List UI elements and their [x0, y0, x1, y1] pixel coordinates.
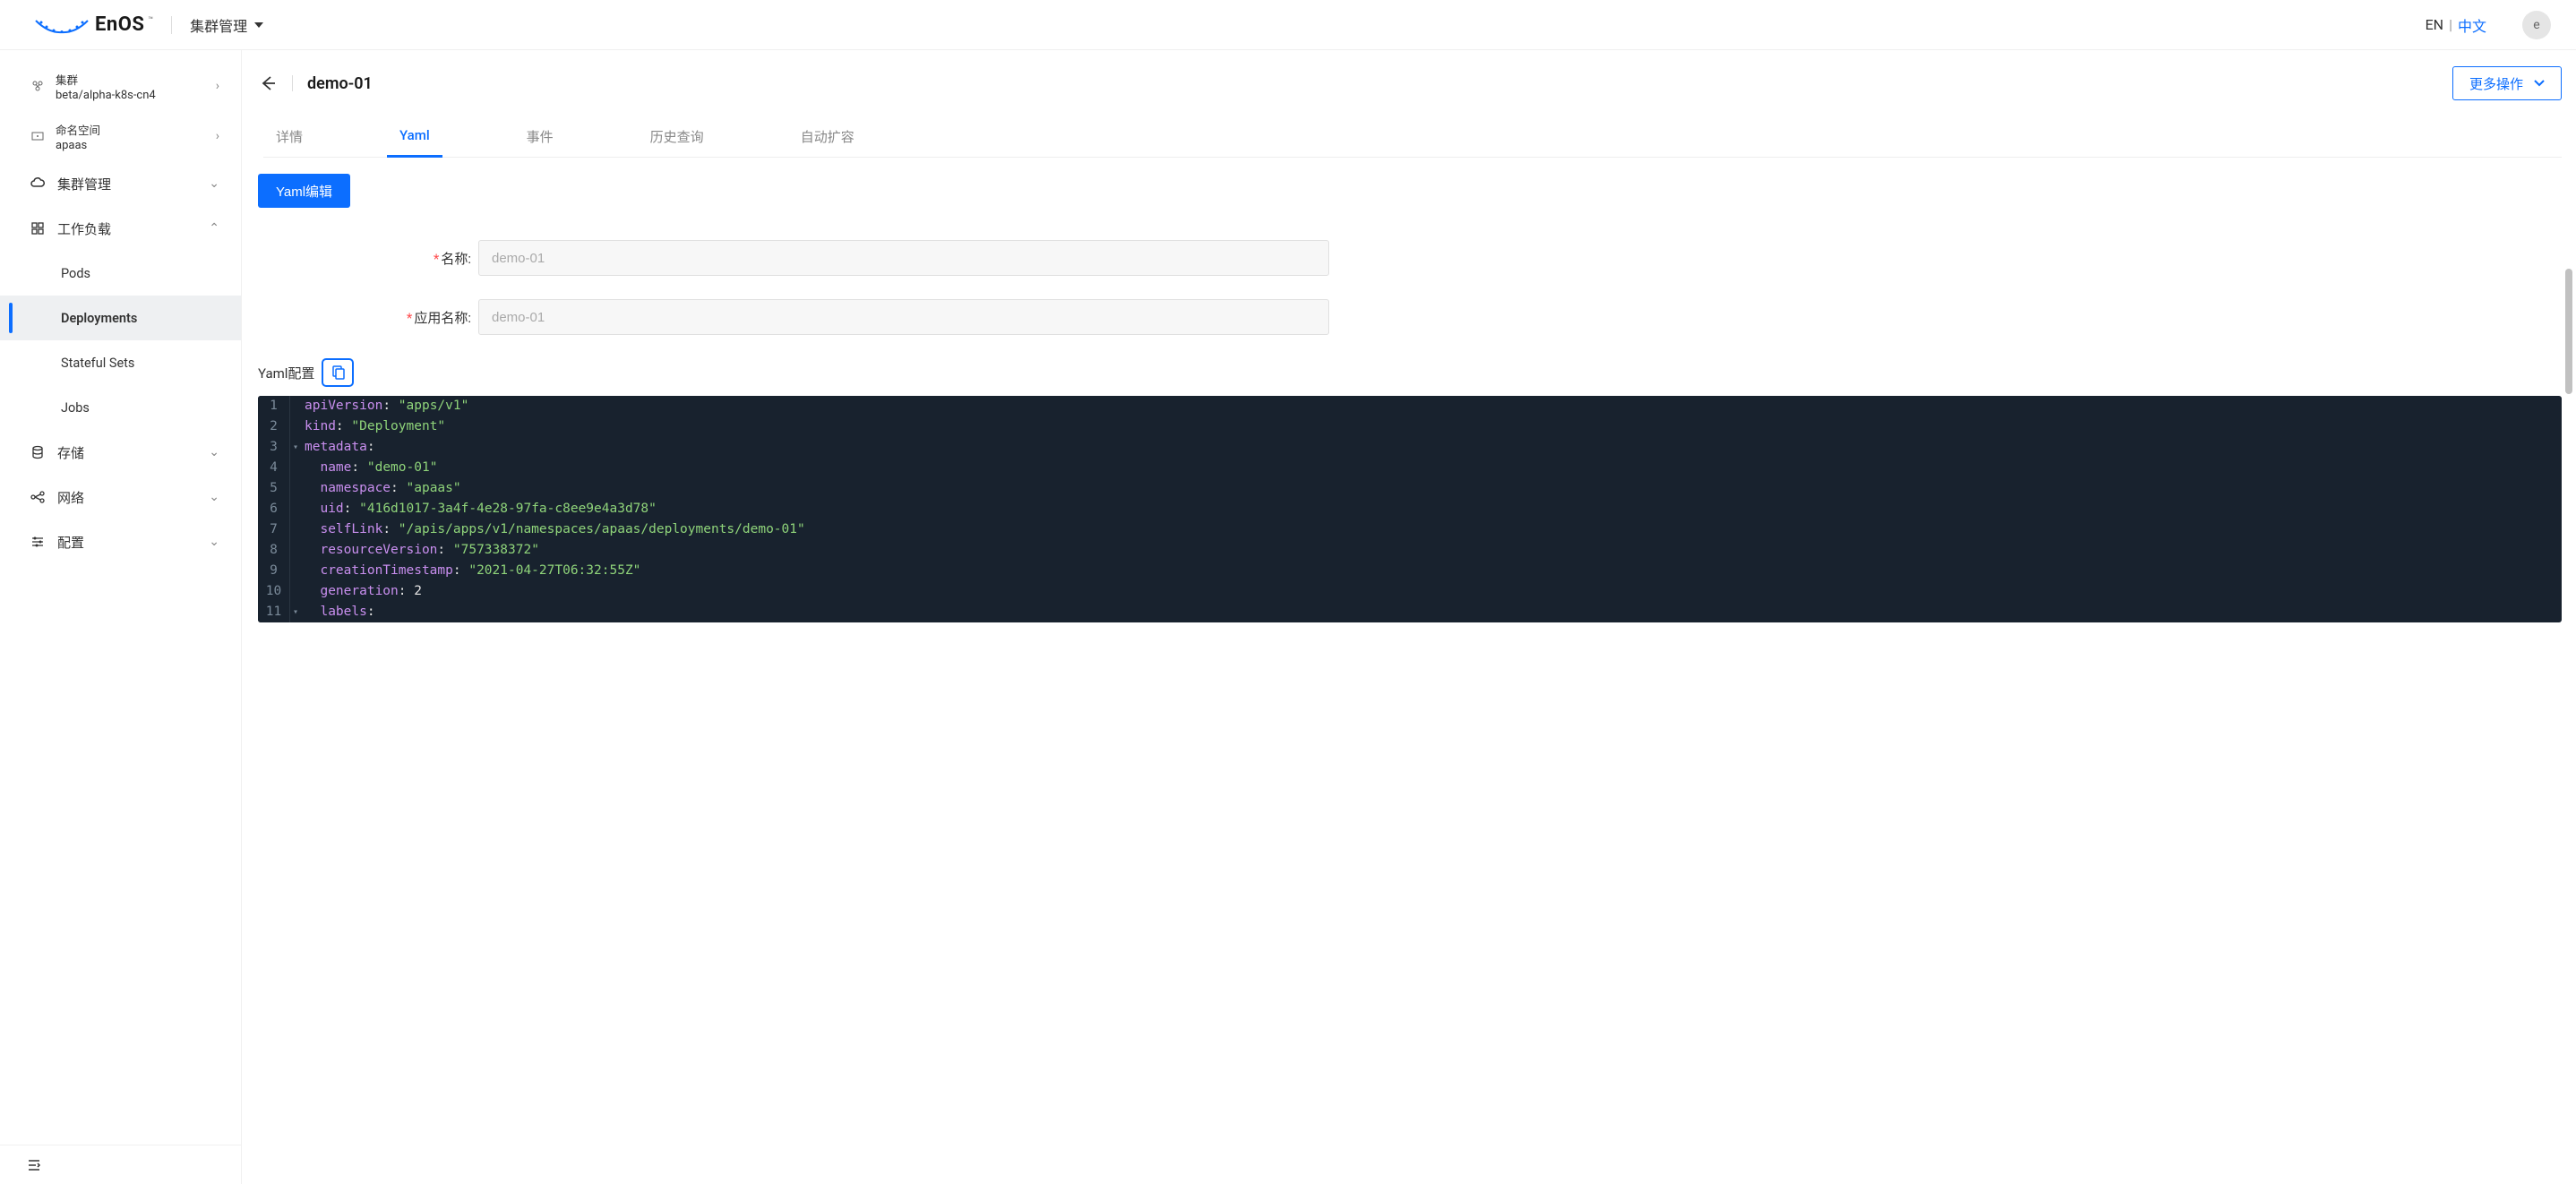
- arrow-left-icon: [260, 75, 276, 91]
- tab-详情[interactable]: 详情: [263, 118, 315, 157]
- fold-toggle[interactable]: ▾: [290, 437, 301, 458]
- chevron-down-icon: [2534, 80, 2545, 87]
- page-title: demo-01: [307, 74, 2452, 93]
- logo-text: EnOS: [95, 13, 144, 36]
- yaml-config-label: Yaml配置: [258, 364, 314, 382]
- sidebar-collapse[interactable]: [0, 1145, 241, 1184]
- code-line[interactable]: 3▾metadata:: [258, 437, 2562, 458]
- sidebar: 集群beta/alpha-k8s-cn4›命名空间apaas›集群管理⌄工作负载…: [0, 50, 242, 1184]
- sidebar-item-stateful-sets[interactable]: Stateful Sets: [0, 340, 241, 385]
- name-label: *名称:: [258, 249, 478, 268]
- fold-toggle: [290, 540, 301, 561]
- sidebar-menu-配置[interactable]: 配置⌄: [0, 519, 241, 564]
- code-line[interactable]: 10 generation: 2: [258, 581, 2562, 602]
- code-line[interactable]: 9 creationTimestamp: "2021-04-27T06:32:5…: [258, 561, 2562, 581]
- sidebar-info-0[interactable]: 集群beta/alpha-k8s-cn4›: [0, 61, 241, 111]
- back-button[interactable]: [258, 73, 278, 93]
- yaml-edit-button[interactable]: Yaml编辑: [258, 174, 350, 208]
- fold-toggle: [290, 519, 301, 540]
- name-input[interactable]: [478, 240, 1329, 276]
- sidebar-item-jobs[interactable]: Jobs: [0, 385, 241, 430]
- lang-zh[interactable]: 中文: [2458, 14, 2486, 36]
- lang-separator: |: [2449, 16, 2452, 33]
- main-content: demo-01 更多操作 详情 Yaml 事件 历史查询 自动扩容 Yaml编辑 *名称…: [242, 50, 2576, 1184]
- tab-Yaml[interactable]: Yaml: [387, 118, 442, 158]
- fold-toggle[interactable]: ▾: [290, 602, 301, 622]
- collapse-icon: [27, 1158, 41, 1172]
- scrollbar-thumb[interactable]: [2565, 269, 2572, 394]
- sidebar-menu-网络[interactable]: 网络⌄: [0, 475, 241, 519]
- divider: [292, 75, 293, 91]
- chevron-down-icon: ⌄: [209, 445, 219, 459]
- divider: [171, 16, 172, 34]
- logo-swoosh-icon: [34, 13, 90, 37]
- code-line[interactable]: 5 namespace: "apaas": [258, 478, 2562, 499]
- fold-toggle: [290, 478, 301, 499]
- code-line[interactable]: 2kind: "Deployment": [258, 416, 2562, 437]
- language-switcher[interactable]: EN | 中文: [2426, 14, 2486, 36]
- caret-down-icon: [254, 22, 263, 28]
- lang-en[interactable]: EN: [2426, 16, 2444, 33]
- code-line[interactable]: 8 resourceVersion: "757338372": [258, 540, 2562, 561]
- fold-toggle: [290, 581, 301, 602]
- chevron-down-icon: ⌄: [209, 490, 219, 504]
- code-line[interactable]: 1apiVersion: "apps/v1": [258, 396, 2562, 416]
- copy-icon: [331, 365, 345, 380]
- tab-历史查询[interactable]: 历史查询: [638, 118, 717, 157]
- logo[interactable]: EnOS ™: [34, 13, 153, 37]
- sidebar-item-pods[interactable]: Pods: [0, 251, 241, 296]
- logo-trademark: ™: [148, 16, 153, 25]
- chevron-right-icon: ›: [216, 79, 219, 93]
- fold-toggle: [290, 499, 301, 519]
- code-line[interactable]: 6 uid: "416d1017-3a4f-4e28-97fa-c8ee9e4a…: [258, 499, 2562, 519]
- tab-事件[interactable]: 事件: [514, 118, 566, 157]
- code-line[interactable]: 11▾ labels:: [258, 602, 2562, 622]
- sidebar-menu-集群管理[interactable]: 集群管理⌄: [0, 161, 241, 206]
- chevron-down-icon: ⌄: [209, 535, 219, 549]
- chevron-right-icon: ›: [216, 129, 219, 143]
- more-actions-label: 更多操作: [2469, 74, 2523, 93]
- app-name-label: *应用名称:: [258, 308, 478, 327]
- fold-toggle: [290, 396, 301, 416]
- topbar: EnOS ™ 集群管理 EN | 中文 e: [0, 0, 2576, 50]
- more-actions-button[interactable]: 更多操作: [2452, 66, 2562, 100]
- chevron-down-icon: ⌄: [209, 176, 219, 191]
- top-cluster-dropdown[interactable]: 集群管理: [190, 14, 263, 36]
- yaml-code-editor[interactable]: 1apiVersion: "apps/v1"2kind: "Deployment…: [258, 396, 2562, 622]
- sidebar-menu-工作负载[interactable]: 工作负载⌃: [0, 206, 241, 251]
- top-dropdown-label: 集群管理: [190, 14, 247, 36]
- code-line[interactable]: 7 selfLink: "/apis/apps/v1/namespaces/ap…: [258, 519, 2562, 540]
- app-name-input[interactable]: [478, 299, 1329, 335]
- tab-自动扩容[interactable]: 自动扩容: [788, 118, 867, 157]
- fold-toggle: [290, 416, 301, 437]
- code-line[interactable]: 4 name: "demo-01": [258, 458, 2562, 478]
- tabs: 详情 Yaml 事件 历史查询 自动扩容: [263, 118, 2562, 158]
- sidebar-item-deployments[interactable]: Deployments: [0, 296, 241, 340]
- copy-button[interactable]: [322, 358, 354, 387]
- chevron-up-icon: ⌃: [209, 221, 219, 236]
- fold-toggle: [290, 458, 301, 478]
- user-avatar[interactable]: e: [2522, 11, 2551, 39]
- sidebar-menu-存储[interactable]: 存储⌄: [0, 430, 241, 475]
- fold-toggle: [290, 561, 301, 581]
- sidebar-info-1[interactable]: 命名空间apaas›: [0, 111, 241, 161]
